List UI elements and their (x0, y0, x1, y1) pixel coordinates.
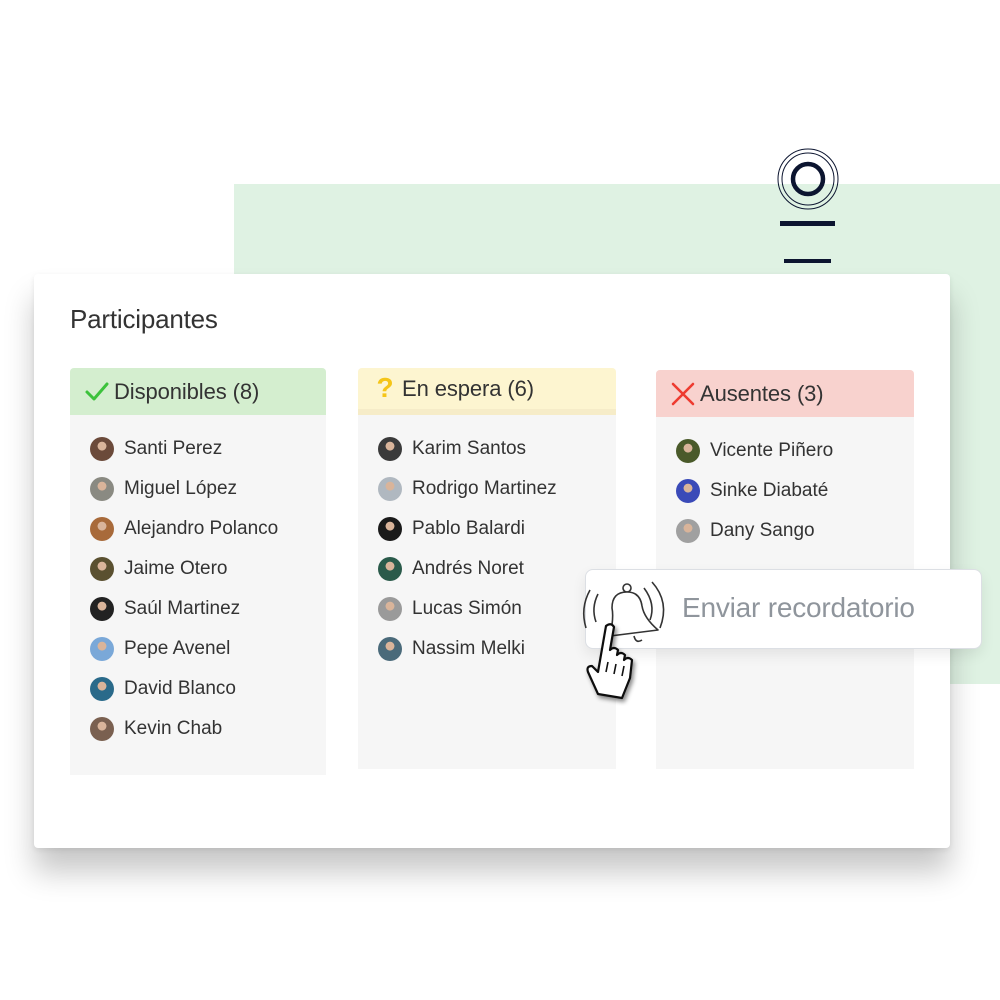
participant-item[interactable]: Vicente Piñero (676, 431, 914, 471)
participant-name: Nassim Melki (412, 638, 525, 659)
avatar (90, 477, 114, 501)
participant-name: Lucas Simón (412, 598, 522, 619)
column-available: Disponibles (8) Santi Perez Miguel López A… (70, 368, 326, 775)
avatar (90, 717, 114, 741)
avatar (378, 477, 402, 501)
participant-name: Saúl Martinez (124, 598, 241, 619)
avatar (378, 597, 402, 621)
participant-name: Dany Sango (710, 520, 815, 541)
participant-list-available: Santi Perez Miguel López Alejandro Polanco… (70, 415, 326, 749)
avatar (378, 557, 402, 581)
participant-name: Alejandro Polanco (124, 518, 279, 539)
avatar (676, 479, 700, 503)
send-reminder-label: Enviar recordatorio (682, 592, 915, 623)
avatar (90, 517, 114, 541)
column-header-pending[interactable]: ? En espera (6) (358, 368, 616, 415)
participant-name: Karim Santos (412, 438, 527, 459)
column-header-absent[interactable]: Ausentes (3) (656, 370, 914, 417)
participant-name: Andrés Noret (412, 558, 524, 579)
avatar (90, 557, 114, 581)
column-label: En espera (6) (402, 375, 534, 401)
participant-item[interactable]: Dany Sango (676, 511, 914, 551)
avatar (378, 517, 402, 541)
participant-list-absent: Vicente Piñero Sinke Diabaté Dany Sango (656, 417, 914, 551)
avatar (676, 439, 700, 463)
avatar (90, 637, 114, 661)
svg-text:?: ? (376, 375, 393, 403)
participant-item[interactable]: Sinke Diabaté (676, 471, 914, 511)
avatar (676, 519, 700, 543)
participant-item[interactable]: Pablo Balardi (378, 509, 616, 549)
panel-title: Participantes (70, 304, 218, 334)
participant-item[interactable]: Saúl Martinez (90, 589, 326, 629)
participant-name: Rodrigo Martinez (412, 478, 557, 499)
x-icon (670, 381, 696, 407)
column-header-available[interactable]: Disponibles (8) (70, 368, 326, 415)
question-icon: ? (372, 375, 398, 403)
participant-name: Kevin Chab (124, 718, 223, 739)
avatar (90, 597, 114, 621)
participant-name: Santi Perez (124, 438, 223, 459)
participant-name: Miguel López (124, 478, 238, 499)
participant-item[interactable]: David Blanco (90, 669, 326, 709)
participant-item[interactable]: Miguel López (90, 469, 326, 509)
participant-item[interactable]: Jaime Otero (90, 549, 326, 589)
participant-item[interactable]: Kevin Chab (90, 709, 326, 749)
participant-name: Jaime Otero (124, 558, 228, 579)
participants-panel: Participantes Disponibles (8) Santi Pere… (34, 274, 950, 848)
participant-name: David Blanco (124, 678, 236, 699)
participant-item[interactable]: Pepe Avenel (90, 629, 326, 669)
check-icon (84, 379, 110, 405)
avatar (378, 637, 402, 661)
pointer-hand-cursor-icon (586, 623, 634, 700)
avatar (90, 437, 114, 461)
avatar (378, 437, 402, 461)
participant-name: Vicente Piñero (710, 440, 834, 461)
avatar (90, 677, 114, 701)
participant-item[interactable]: Karim Santos (378, 429, 616, 469)
column-label: Ausentes (3) (700, 380, 824, 406)
column-pending: ? En espera (6) Karim Santos Rodrigo Mart… (358, 368, 616, 769)
participant-item[interactable]: Rodrigo Martinez (378, 469, 616, 509)
participant-name: Pepe Avenel (124, 638, 231, 659)
logo-icon (777, 148, 839, 263)
participant-name: Sinke Diabaté (710, 480, 829, 501)
participant-item[interactable]: Santi Perez (90, 429, 326, 469)
participant-name: Pablo Balardi (412, 518, 526, 539)
participant-item[interactable]: Alejandro Polanco (90, 509, 326, 549)
column-label: Disponibles (8) (114, 378, 260, 404)
